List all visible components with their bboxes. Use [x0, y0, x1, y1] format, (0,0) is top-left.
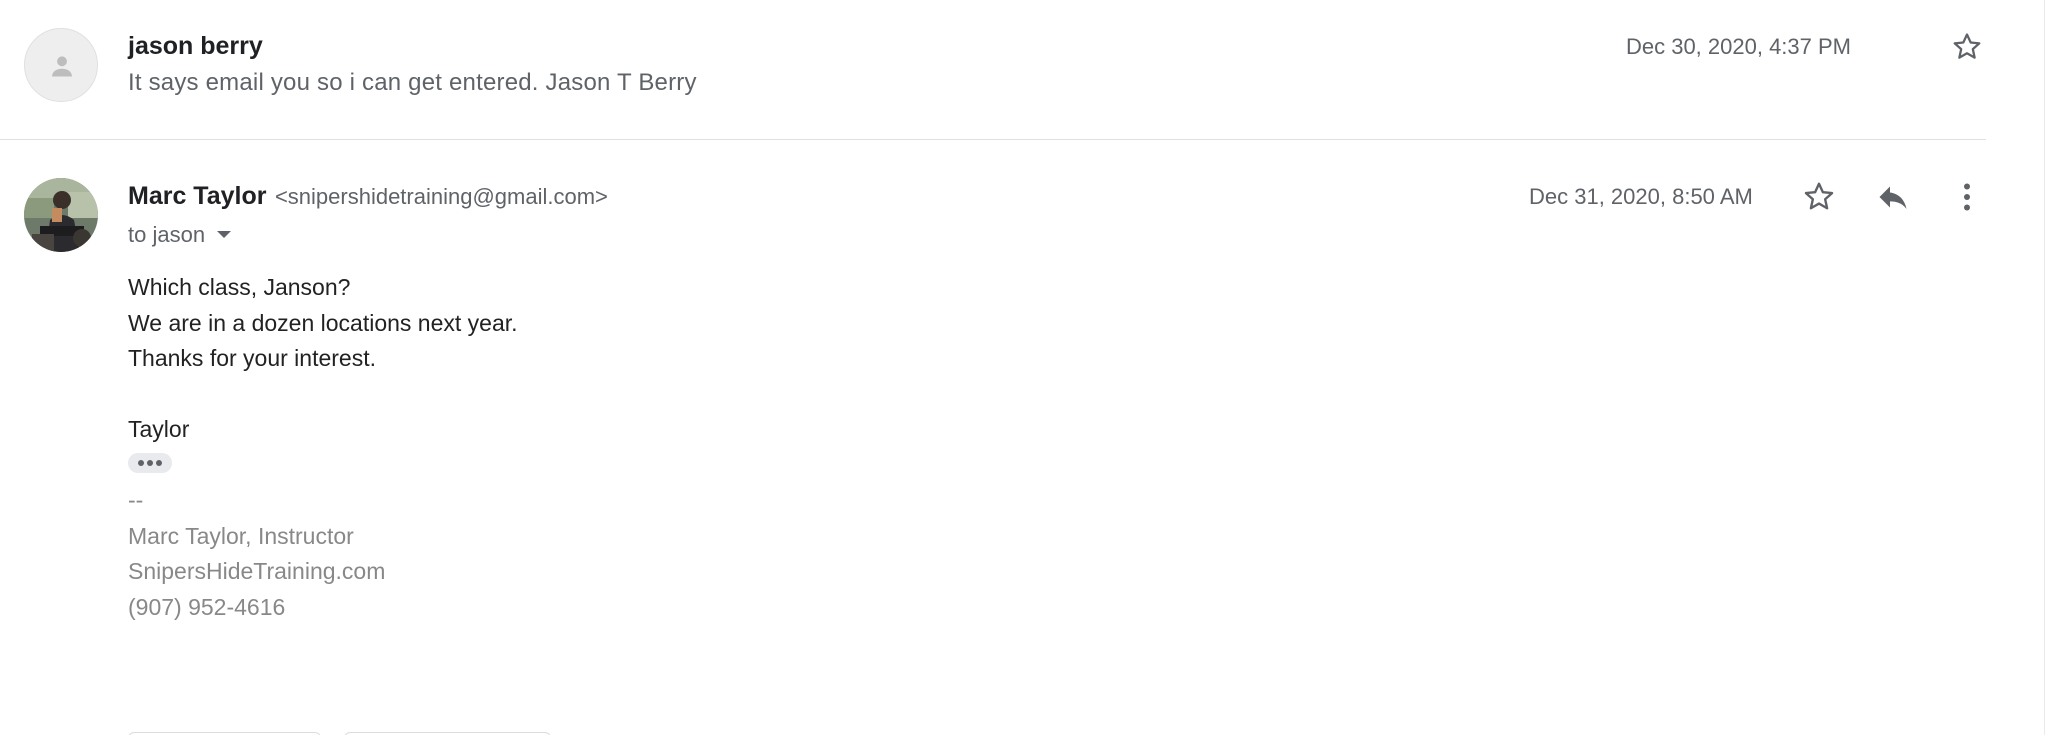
profile-photo [24, 178, 98, 252]
signature-line: (907) 952-4616 [128, 593, 286, 620]
caret-down-icon [217, 230, 232, 238]
star-outline-icon [1804, 182, 1834, 210]
email-thread-view: jason berry It says email you so i can g… [0, 0, 2048, 735]
ellipsis-dot [138, 460, 144, 466]
message-date: Dec 30, 2020, 4:37 PM [1625, 34, 1851, 59]
signature: -- Marc Taylor, Instructor SnipersHideTr… [128, 483, 385, 625]
sender-line: Marc Taylor <snipershidetraining@gmail.c… [128, 182, 608, 211]
reply-button[interactable] [1875, 179, 1911, 215]
body-line: Taylor [128, 416, 190, 442]
sender-email[interactable]: <snipershidetraining@gmail.com> [275, 184, 608, 209]
signature-line: -- [128, 487, 144, 513]
sender-name[interactable]: Marc Taylor [128, 182, 266, 210]
person-icon [52, 56, 72, 77]
avatar[interactable] [24, 178, 98, 252]
body-line: We are in a dozen locations next year. [128, 309, 518, 336]
message-body: Which class, Janson? We are in a dozen l… [128, 270, 518, 448]
signature-line[interactable]: SnipersHideTraining.com [128, 554, 385, 590]
message-date: Dec 31, 2020, 8:50 AM [1529, 184, 1753, 209]
panel-edge [2044, 0, 2045, 735]
message-expanded-marc: Marc Taylor <snipershidetraining@gmail.c… [0, 140, 2040, 735]
avatar[interactable] [24, 28, 98, 102]
recipients-details-toggle[interactable]: to jason [128, 222, 232, 248]
body-blank-line [128, 377, 518, 413]
star-outline-icon [1953, 33, 1981, 59]
more-vert-icon [1964, 183, 1970, 211]
ellipsis-dot [147, 460, 153, 466]
more-options-button[interactable] [1949, 179, 1985, 215]
sender-name[interactable]: jason berry [128, 32, 263, 61]
ellipsis-dot [156, 460, 162, 466]
signature-line: Marc Taylor, Instructor [128, 522, 354, 549]
reply-icon [1879, 186, 1907, 209]
star-button[interactable] [1801, 179, 1837, 215]
show-trimmed-content-button[interactable] [128, 453, 172, 473]
message-snippet: It says email you so i can get entered. … [128, 69, 697, 96]
message-collapsed-jason[interactable]: jason berry It says email you so i can g… [0, 0, 1986, 140]
recipients-label: to jason [128, 222, 206, 247]
star-button[interactable] [1950, 30, 1984, 64]
body-line: Thanks for your interest. [128, 345, 376, 371]
body-line: Which class, Janson? [128, 274, 351, 300]
